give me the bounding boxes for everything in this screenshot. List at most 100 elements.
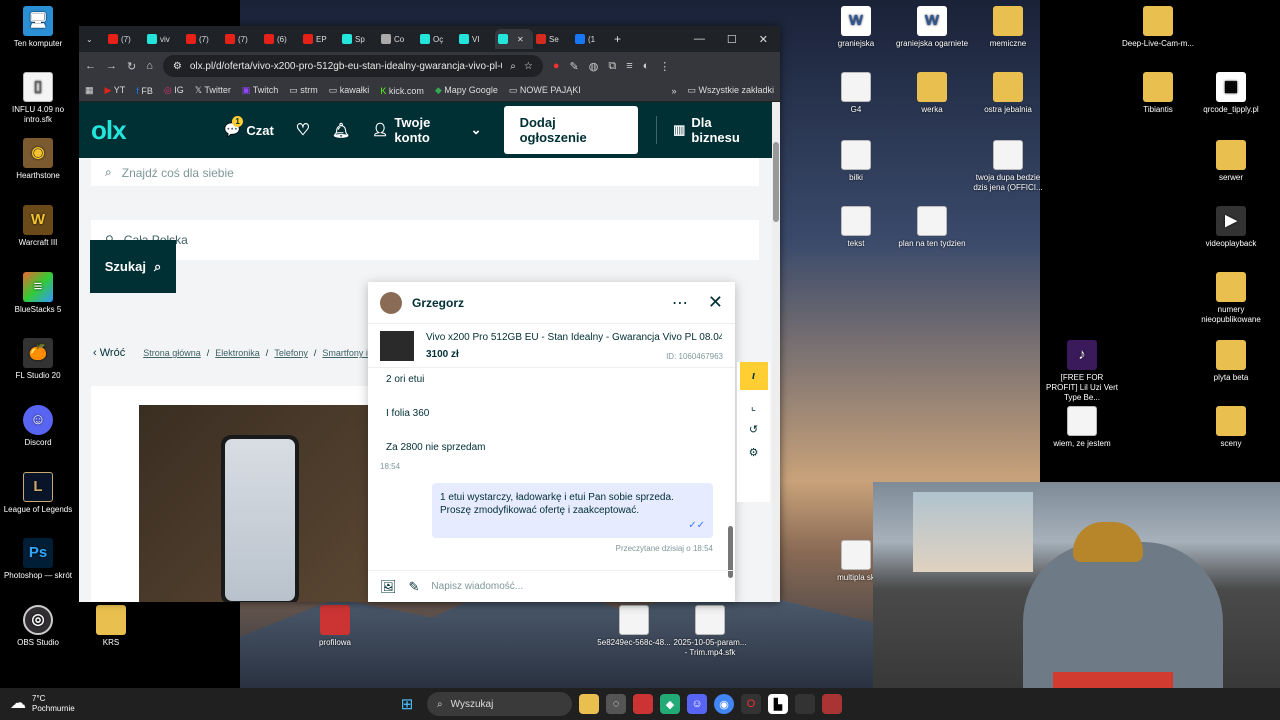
- chrome-icon[interactable]: ◉: [714, 694, 734, 714]
- location-input[interactable]: ⚲ Cała Polska: [91, 220, 759, 260]
- bookmark-ig[interactable]: ◎ IG: [164, 85, 184, 96]
- browser-tab[interactable]: (7): [105, 29, 144, 49]
- desktop-icon-twoja-dupa[interactable]: twoja dupa bedzie dzis jena (OFFICI...: [970, 140, 1046, 193]
- app-icon[interactable]: ◌: [606, 694, 626, 714]
- favorites-link[interactable]: ♡: [296, 120, 310, 140]
- notifications-link[interactable]: 🔔︎: [332, 122, 350, 139]
- browser-tab[interactable]: EP: [300, 29, 339, 49]
- desktop-icon-qrcode[interactable]: ▦ qrcode_tipply.pl: [1193, 72, 1269, 115]
- back-link[interactable]: ‹ Wróć: [93, 347, 125, 359]
- bookmark-yt[interactable]: ▶ YT: [105, 85, 126, 96]
- chat-offer-summary[interactable]: Vivo x200 Pro 512GB EU - Stan Idealny - …: [368, 324, 735, 368]
- bookmark-maps[interactable]: ◆ Mapy Google: [435, 85, 498, 96]
- forward-arrow-icon[interactable]: →: [106, 60, 117, 72]
- chart-icon[interactable]: ⌞: [751, 400, 756, 413]
- add-listing-button[interactable]: Dodaj ogłoszenie: [503, 106, 639, 154]
- desktop-icon-serwer[interactable]: serwer: [1193, 140, 1269, 183]
- close-icon[interactable]: ✕: [708, 292, 723, 313]
- bookmark-fb[interactable]: f FB: [136, 86, 153, 96]
- apps-icon[interactable]: ▦: [85, 85, 94, 96]
- desktop-icon-memiczne[interactable]: memiczne: [970, 6, 1046, 49]
- settings-icon[interactable]: ⚙: [749, 446, 759, 459]
- desktop-icon-tibiantis[interactable]: Tibiantis: [1120, 72, 1196, 115]
- search-button[interactable]: Szukaj ⌕: [90, 240, 176, 293]
- desktop-icon-trim-video[interactable]: 2025-10-05-param... - Trim.mp4.sfk: [672, 605, 748, 658]
- desktop-icon-hearthstone[interactable]: ◉ Hearthstone: [0, 138, 76, 181]
- desktop-icon-lil-uzi[interactable]: ♪ [FREE FOR PROFIT] Lil Uzi Vert Type Be.…: [1044, 340, 1120, 403]
- start-button[interactable]: ⊞: [397, 694, 417, 714]
- new-tab-button[interactable]: +: [611, 29, 635, 49]
- search-input[interactable]: ⌕ Znajdź coś dla siebie: [91, 158, 759, 186]
- zoom-icon[interactable]: ⌕: [510, 61, 516, 72]
- desktop-icon-league[interactable]: L League of Legends: [0, 472, 76, 515]
- reload-icon[interactable]: ↻: [127, 60, 136, 73]
- desktop-icon-file-5e82[interactable]: 5e8249ec-568c-48...: [596, 605, 672, 648]
- browser-tab[interactable]: Oç: [417, 29, 456, 49]
- taskbar-search[interactable]: ⌕ Wyszukaj: [427, 692, 572, 716]
- desktop-icon-bilki[interactable]: bilki: [818, 140, 894, 183]
- olx-assistant-icon[interactable]: ι: [739, 362, 768, 390]
- weather-widget[interactable]: ☁ 7°C Pochmurnie: [10, 694, 390, 714]
- media-icon[interactable]: ≡: [626, 60, 632, 72]
- bookmark-twitter[interactable]: 𝕏 Twitter: [195, 85, 231, 96]
- browser-tab[interactable]: viv: [144, 29, 183, 49]
- menu-kebab-icon[interactable]: ⋮: [659, 60, 670, 73]
- paperclip-icon[interactable]: ✎: [409, 579, 420, 595]
- browser-tab[interactable]: (7): [183, 29, 222, 49]
- desktop-icon-krs[interactable]: KRS: [73, 605, 149, 648]
- desktop-icon-influ[interactable]: ▯ INFLU 4.09 no intro.sfk: [0, 72, 76, 125]
- desktop-icon-wiem[interactable]: wiem, ze jestem: [1044, 406, 1120, 449]
- home-icon[interactable]: ⌂: [146, 60, 153, 72]
- minimize-icon[interactable]: —: [694, 33, 705, 46]
- profile-avatar-icon[interactable]: ◐: [643, 60, 650, 72]
- bookmark-nowe-pajaki[interactable]: ▭ NOWE PAJĄKI: [509, 85, 581, 96]
- history-icon[interactable]: ↺: [749, 423, 758, 436]
- browser-tab[interactable]: Sp: [339, 29, 378, 49]
- close-window-icon[interactable]: ✕: [759, 33, 768, 46]
- desktop-icon-discord[interactable]: ☺ Discord: [0, 405, 76, 448]
- desktop-icon-plan[interactable]: plan na ten tydzien: [894, 206, 970, 249]
- desktop-icon-numery[interactable]: numery nieopublikowane: [1193, 272, 1269, 325]
- all-bookmarks[interactable]: ▭ Wszystkie zakładki: [687, 85, 774, 96]
- app-icon[interactable]: ▙: [768, 694, 788, 714]
- desktop-icon-fl-studio[interactable]: 🍊 FL Studio 20: [0, 338, 76, 381]
- desktop-icon-graniejska[interactable]: Wgraniejska: [818, 6, 894, 49]
- browser-tab[interactable]: (6): [261, 29, 300, 49]
- browser-tab[interactable]: (1: [572, 29, 611, 49]
- breadcrumb-electronics[interactable]: Elektronika: [215, 348, 260, 358]
- tab-search-button[interactable]: ⌄: [83, 29, 105, 49]
- more-bookmarks-icon[interactable]: »: [671, 86, 676, 96]
- opera-icon[interactable]: O: [741, 694, 761, 714]
- star-icon[interactable]: ☆: [524, 61, 533, 72]
- account-menu[interactable]: 👤︎ Twoje konto ⌄: [372, 115, 482, 145]
- chat-link[interactable]: 💬 1 Czat: [224, 116, 274, 138]
- maximize-icon[interactable]: ☐: [727, 33, 737, 46]
- desktop-icon-werka[interactable]: werka: [894, 72, 970, 115]
- message-input[interactable]: 🖼︎ ✎ Napisz wiadomość...: [368, 570, 735, 602]
- desktop-icon-ostra[interactable]: ostra jebalnia: [970, 72, 1046, 115]
- desktop-icon-videoplayback[interactable]: ▶ videoplayback: [1193, 206, 1269, 249]
- breadcrumb-phones[interactable]: Telefony: [274, 348, 308, 358]
- app-icon[interactable]: [633, 694, 653, 714]
- business-link[interactable]: ▥ Dla biznesu: [673, 115, 760, 145]
- listing-photo[interactable]: [139, 405, 369, 602]
- desktop-icon-sceny[interactable]: sceny: [1193, 406, 1269, 449]
- breadcrumb-home[interactable]: Strona główna: [143, 348, 201, 358]
- app-icon[interactable]: [795, 694, 815, 714]
- desktop-icon-obs[interactable]: ◎ OBS Studio: [0, 605, 76, 648]
- desktop-icon-warcraft[interactable]: W Warcraft III: [0, 205, 76, 248]
- app-icon[interactable]: ◆: [660, 694, 680, 714]
- extension-icon-2[interactable]: ◍: [589, 60, 599, 73]
- desktop-icon-plyta-beta[interactable]: plyta beta: [1193, 340, 1269, 383]
- discord-icon[interactable]: ☺: [687, 694, 707, 714]
- browser-tab[interactable]: VI: [456, 29, 495, 49]
- file-explorer-icon[interactable]: [579, 694, 599, 714]
- site-info-icon[interactable]: ⚙: [173, 61, 182, 72]
- browser-tab[interactable]: Se: [533, 29, 572, 49]
- desktop-icon-graniejska-ogarniete[interactable]: Wgraniejska ogarniete: [894, 6, 970, 49]
- back-arrow-icon[interactable]: ←: [85, 60, 96, 72]
- page-scrollbar[interactable]: [772, 102, 780, 602]
- browser-tab[interactable]: Co: [378, 29, 417, 49]
- extension-icon[interactable]: ✎: [570, 60, 579, 73]
- bookmark-strm[interactable]: ▭ strm: [289, 85, 318, 96]
